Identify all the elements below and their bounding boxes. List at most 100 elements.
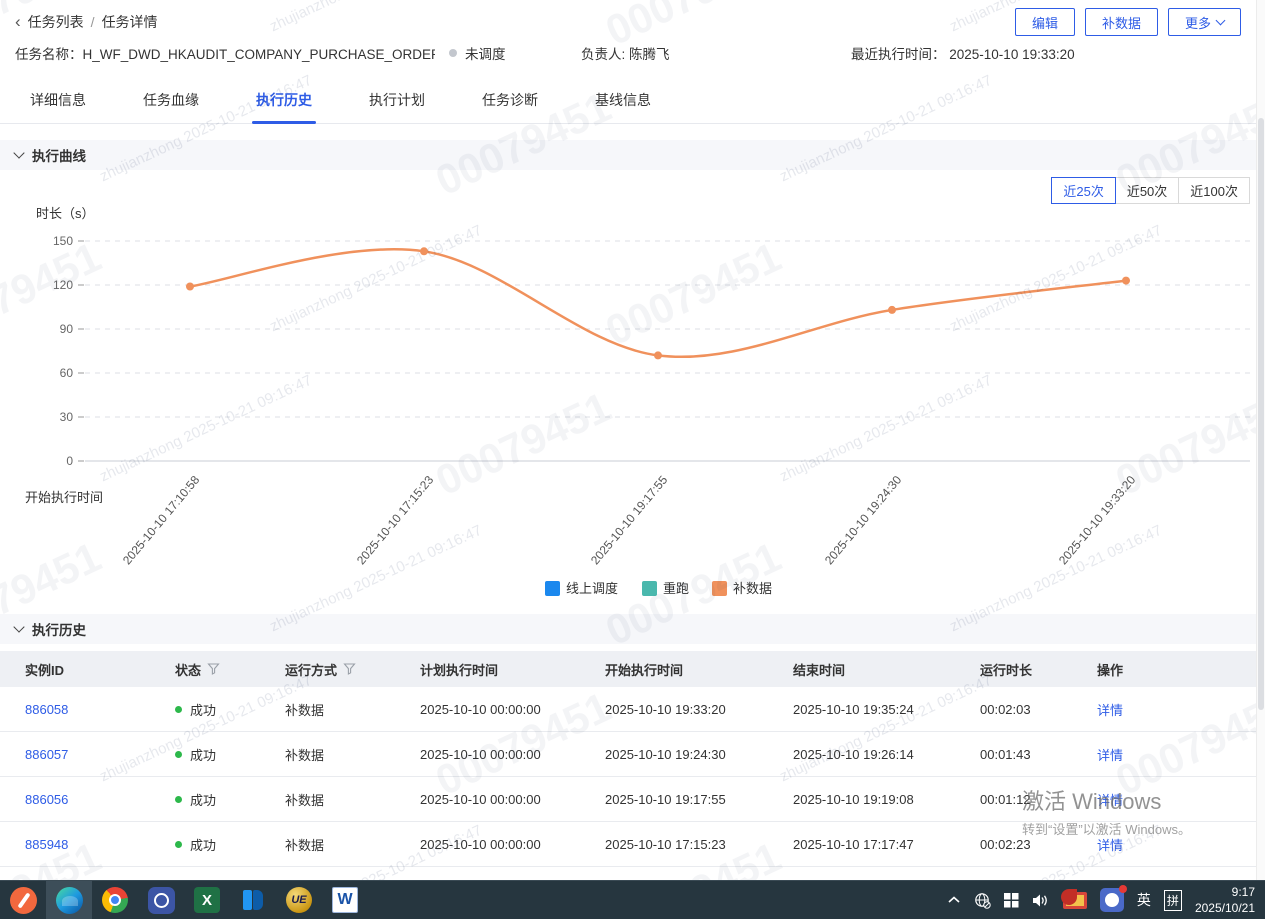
tab-执行历史[interactable]: 执行历史 <box>256 78 312 123</box>
task-name-label: 任务名称： <box>15 47 83 62</box>
last-run-value: 2025-10-10 19:33:20 <box>949 47 1074 62</box>
detail-link[interactable]: 详情 <box>1097 745 1250 764</box>
taskbar-apps: X UEW <box>0 881 368 919</box>
y-tick-label: 30 <box>60 410 74 424</box>
header-actions: 编辑 补数据 更多 <box>1015 8 1241 36</box>
y-tick-label: 0 <box>66 454 73 468</box>
filter-icon[interactable] <box>207 663 220 675</box>
task-status: 未调度 <box>449 43 541 63</box>
tab-执行计划[interactable]: 执行计划 <box>369 78 425 123</box>
column-header-运行时长: 运行时长 <box>980 660 1097 679</box>
header-action-补数据[interactable]: 补数据 <box>1085 8 1158 36</box>
button-label: 补数据 <box>1102 13 1141 32</box>
filter-icon[interactable] <box>343 663 356 675</box>
plan-time-cell: 2025-10-10 00:00:00 <box>420 747 605 762</box>
range-button-近50次[interactable]: 近50次 <box>1115 177 1179 204</box>
y-tick-label: 90 <box>60 322 74 336</box>
table-row: 886056成功补数据2025-10-10 00:00:002025-10-10… <box>0 777 1265 822</box>
range-button-近100次[interactable]: 近100次 <box>1178 177 1250 204</box>
task-name-value: H_WF_DWD_HKAUDIT_COMPANY_PURCHASE_ORDER.… <box>83 47 436 62</box>
instance-id-link[interactable]: 885948 <box>25 837 175 852</box>
mail-icon <box>1063 892 1087 909</box>
ime-english-indicator[interactable]: 英 <box>1137 890 1151 910</box>
duration-cell: 00:01:12 <box>980 792 1097 807</box>
taskbar-app-h-app[interactable] <box>230 881 276 919</box>
taskbar-app-chrome[interactable] <box>92 881 138 919</box>
x-axis-title: 开始执行时间 <box>25 490 103 505</box>
column-label: 状态 <box>175 660 201 679</box>
tray-tray-chevron-up[interactable] <box>947 895 961 905</box>
detail-link[interactable]: 详情 <box>1097 835 1250 854</box>
table-body: 886058成功补数据2025-10-10 00:00:002025-10-10… <box>0 687 1265 867</box>
taskbar-app-excel[interactable]: X <box>184 881 230 919</box>
tray-im-badge[interactable] <box>1100 888 1124 912</box>
run-mode-cell: 补数据 <box>285 745 420 764</box>
tab-任务血缘[interactable]: 任务血缘 <box>143 78 199 123</box>
ime-pinyin-icon[interactable]: 拼 <box>1164 890 1182 911</box>
excel-icon: X <box>194 887 220 913</box>
clock-date: 2025/10/21 <box>1195 900 1255 916</box>
run-mode-cell: 补数据 <box>285 700 420 719</box>
breadcrumb-task-list[interactable]: 任务列表 <box>28 12 84 32</box>
legend-label-线上调度: 线上调度 <box>566 581 618 596</box>
success-dot-icon <box>175 796 182 803</box>
curve-section-title: 执行曲线 <box>32 145 86 165</box>
tray-speaker[interactable] <box>1032 893 1050 908</box>
status-dot-icon <box>449 49 457 57</box>
tab-bar: 详细信息 任务血缘 执行历史 执行计划 任务诊断 基线信息 <box>0 78 1265 124</box>
tab-基线信息[interactable]: 基线信息 <box>595 78 651 123</box>
header-action-编辑[interactable]: 编辑 <box>1015 8 1075 36</box>
taskbar-app-word[interactable]: W <box>322 881 368 919</box>
taskbar-app-edge[interactable] <box>46 881 92 919</box>
data-point <box>1122 277 1130 285</box>
status-cell: 成功 <box>175 790 285 809</box>
task-name: 任务名称：H_WF_DWD_HKAUDIT_COMPANY_PURCHASE_O… <box>15 43 435 63</box>
y-tick-label: 150 <box>53 234 73 248</box>
plan-time-cell: 2025-10-10 00:00:00 <box>420 792 605 807</box>
vertical-scrollbar[interactable] <box>1256 0 1265 880</box>
detail-link[interactable]: 详情 <box>1097 700 1250 719</box>
column-header-状态: 状态 <box>175 660 285 679</box>
duration-cell: 00:02:03 <box>980 702 1097 717</box>
success-dot-icon <box>175 706 182 713</box>
breadcrumb-separator: / <box>91 14 95 30</box>
collapse-chevron-icon[interactable] <box>13 621 24 632</box>
system-tray: 英 拼 9:17 2025/10/21 <box>947 881 1265 919</box>
column-label: 运行方式 <box>285 660 337 679</box>
tray-network-globe[interactable] <box>974 892 991 909</box>
taskbar-app-ultraedit[interactable]: UE <box>276 881 322 919</box>
back-icon[interactable]: ‹ <box>15 15 21 29</box>
run-mode-cell: 补数据 <box>285 835 420 854</box>
scrollbar-thumb[interactable] <box>1258 118 1264 710</box>
instance-id-link[interactable]: 886058 <box>25 702 175 717</box>
start-time-cell: 2025-10-10 19:17:55 <box>605 792 793 807</box>
owner-value: 陈腾飞 <box>629 47 670 62</box>
tab-任务诊断[interactable]: 任务诊断 <box>482 78 538 123</box>
instance-id-link[interactable]: 886056 <box>25 792 175 807</box>
x-tick-label: 2025-10-10 19:24:30 <box>822 473 905 568</box>
tab-详细信息[interactable]: 详细信息 <box>30 78 86 123</box>
collapse-chevron-icon[interactable] <box>13 147 24 158</box>
curve-section-header: 执行曲线 <box>0 140 1265 170</box>
duration-cell: 00:02:23 <box>980 837 1097 852</box>
clock-time: 9:17 <box>1195 884 1255 900</box>
task-info-row: 任务名称：H_WF_DWD_HKAUDIT_COMPANY_PURCHASE_O… <box>0 40 1265 66</box>
tray-mail[interactable] <box>1063 892 1087 909</box>
h-app-icon <box>240 887 266 913</box>
taskbar-app-pen[interactable] <box>0 881 46 919</box>
messenger-app-icon <box>148 887 175 914</box>
instance-id-link[interactable]: 886057 <box>25 747 175 762</box>
detail-link[interactable]: 详情 <box>1097 790 1250 809</box>
range-button-近25次[interactable]: 近25次 <box>1051 177 1115 204</box>
x-tick-label: 2025-10-10 19:33:20 <box>1056 473 1139 568</box>
column-label: 开始执行时间 <box>605 660 683 679</box>
last-run-time: 最近执行时间： 2025-10-10 19:33:20 <box>851 43 1075 63</box>
taskbar-app-im-blue[interactable] <box>138 881 184 919</box>
im-app-icon <box>1100 888 1124 912</box>
tray-win-grid[interactable] <box>1004 893 1019 908</box>
history-section-title: 执行历史 <box>32 619 86 639</box>
page-header: ‹ 任务列表 / 任务详情 编辑补数据更多 <box>0 0 1265 40</box>
header-action-更多[interactable]: 更多 <box>1168 8 1241 36</box>
legend-label-补数据: 补数据 <box>733 581 772 596</box>
taskbar-clock[interactable]: 9:17 2025/10/21 <box>1195 884 1255 916</box>
